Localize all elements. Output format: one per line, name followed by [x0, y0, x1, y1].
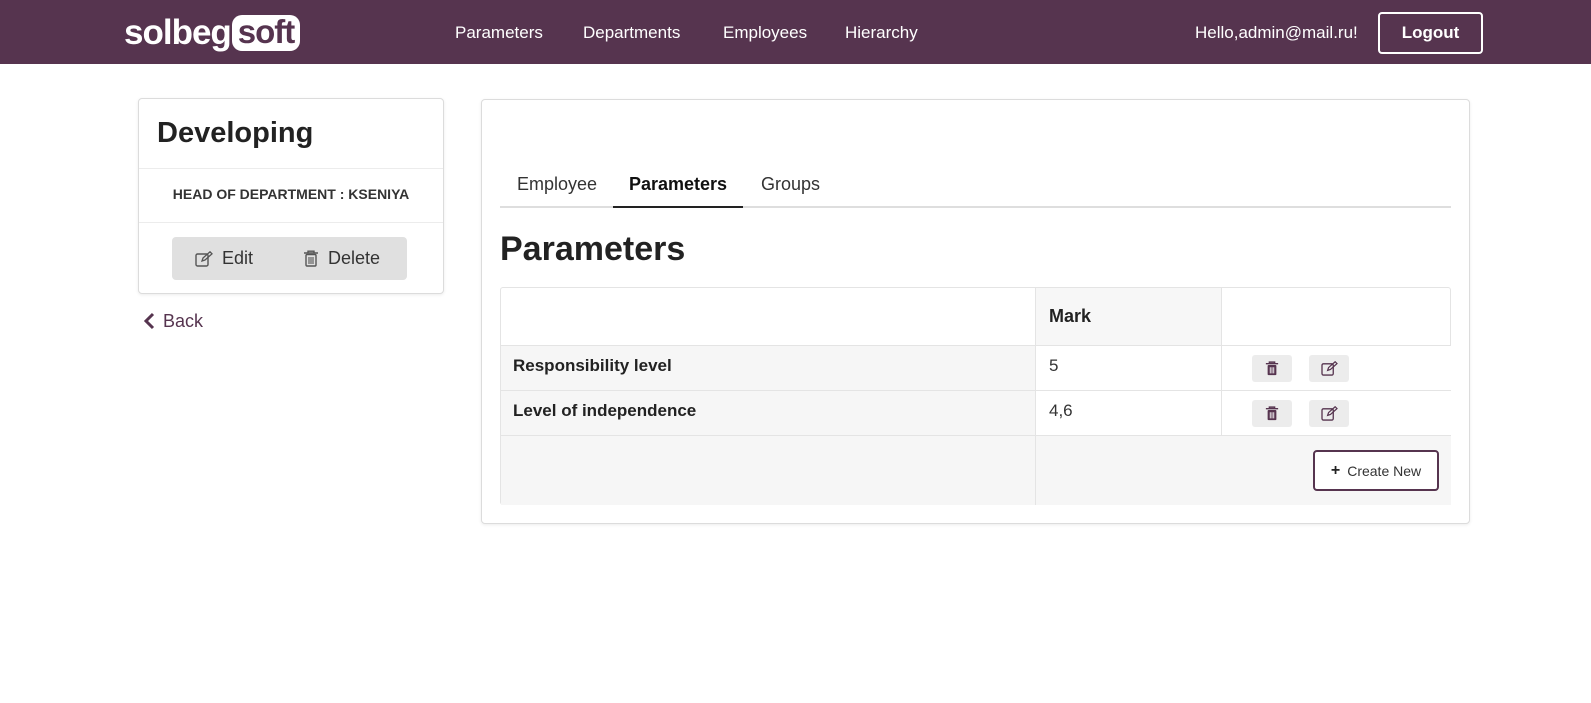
card-divider [139, 168, 443, 169]
parameter-mark: 5 [1035, 345, 1222, 390]
trash-icon [304, 250, 318, 267]
logout-button[interactable]: Logout [1378, 12, 1483, 54]
create-new-button[interactable]: + Create New [1313, 450, 1439, 491]
top-navbar: solbeg soft Parameters Departments Emplo… [0, 0, 1591, 64]
tab-employee[interactable]: Employee [500, 170, 614, 208]
parameters-table: Mark Responsibility level 5 Level of ind… [500, 287, 1451, 505]
nav-link-hierarchy[interactable]: Hierarchy [845, 22, 918, 44]
brand-logo-part1: solbeg [124, 13, 232, 52]
chevron-left-icon [143, 312, 155, 330]
department-actions: Edit Delete [172, 237, 407, 280]
edit-label: Edit [222, 248, 254, 268]
parameters-panel: Employee Parameters Groups Parameters Ma… [481, 99, 1470, 524]
parameter-name: Level of independence [501, 390, 1035, 435]
delete-row-button[interactable] [1252, 355, 1292, 382]
table-footer-actions: + Create New [1035, 435, 1451, 505]
back-link[interactable]: Back [143, 310, 203, 332]
delete-department-button[interactable]: Delete [303, 237, 380, 280]
nav-link-employees[interactable]: Employees [723, 22, 807, 44]
table-footer [501, 435, 1035, 505]
section-title: Parameters [500, 230, 686, 268]
edit-department-button[interactable]: Edit [195, 237, 253, 280]
trash-icon [1265, 361, 1279, 376]
card-divider [139, 222, 443, 223]
plus-icon: + [1330, 461, 1341, 479]
edit-icon [195, 250, 213, 267]
edit-icon [1320, 361, 1338, 376]
row-actions [1222, 390, 1451, 435]
edit-row-button[interactable] [1309, 355, 1349, 382]
brand-logo-part2: soft [231, 15, 301, 51]
row-actions [1222, 345, 1451, 390]
parameter-name: Responsibility level [501, 345, 1035, 390]
trash-icon [1265, 406, 1279, 421]
back-label: Back [163, 311, 204, 331]
department-card: Developing HEAD OF DEPARTMENT : KSENIYA … [138, 98, 444, 294]
create-new-label: Create New [1347, 462, 1422, 479]
user-greeting: Hello,admin@mail.ru! [1195, 23, 1358, 42]
edit-row-button[interactable] [1309, 400, 1349, 427]
tab-parameters[interactable]: Parameters [613, 170, 743, 208]
edit-icon [1320, 406, 1338, 421]
column-header-mark: Mark [1035, 288, 1222, 345]
department-title: Developing [157, 117, 314, 149]
nav-link-parameters[interactable]: Parameters [455, 22, 543, 44]
nav-link-departments[interactable]: Departments [583, 22, 680, 44]
department-head: HEAD OF DEPARTMENT : KSENIYA [172, 186, 410, 202]
delete-label: Delete [328, 248, 381, 268]
tab-groups[interactable]: Groups [743, 170, 838, 208]
parameter-mark: 4,6 [1035, 390, 1222, 435]
brand-logo[interactable]: solbeg soft [124, 12, 301, 54]
delete-row-button[interactable] [1252, 400, 1292, 427]
